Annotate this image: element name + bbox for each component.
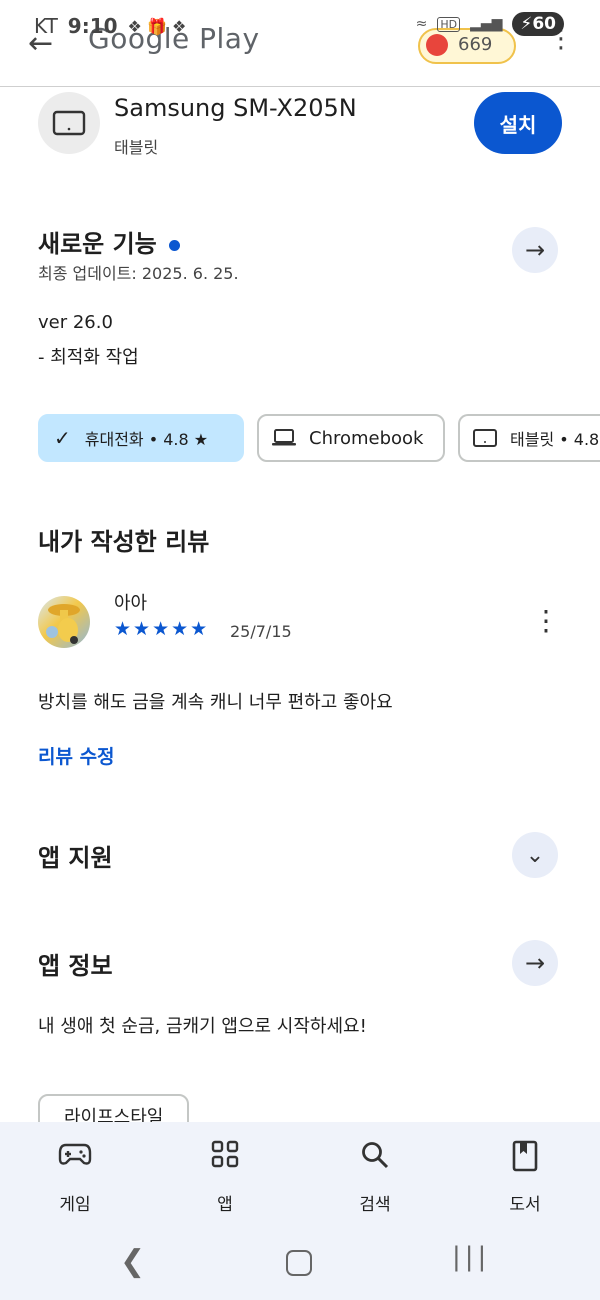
nav-books-label: 도서 [509, 1195, 541, 1215]
laptop-icon [272, 429, 296, 446]
nav-apps[interactable]: 앱 [170, 1140, 280, 1215]
app-info-arrow-button[interactable]: → [512, 940, 558, 986]
review-date: 25/7/15 [230, 622, 292, 641]
chip-tablet-label: 태블릿 • 4.8 [510, 430, 600, 449]
review-text: 방치를 해도 금을 계속 캐니 너무 편하고 좋아요 [38, 692, 393, 713]
clock: 9:10 [67, 14, 118, 38]
tablet-device-icon [38, 92, 100, 154]
app-description: 내 생애 첫 순금, 금캐기 앱으로 시작하세요! [38, 1016, 367, 1037]
signal-icon: ▂▄▆ [470, 16, 503, 32]
nav-apps-label: 앱 [217, 1195, 233, 1215]
wifi-icon: ≈ [415, 16, 428, 32]
gamepad-icon [20, 1140, 130, 1176]
tablet-small-icon [473, 429, 497, 447]
reviewer-avatar [38, 596, 90, 648]
notification-icons: ❖ 🎁 ❖ [127, 16, 187, 36]
arrow-right-icon: → [524, 949, 546, 977]
avatar-image [46, 604, 80, 644]
book-icon [470, 1140, 580, 1176]
nav-search-label: 검색 [359, 1195, 391, 1215]
app-support-expand-button[interactable]: ⌄ [512, 832, 558, 878]
chip-chromebook-label: Chromebook [309, 427, 424, 449]
carrier-label: KT [34, 14, 58, 38]
apps-grid-icon [170, 1140, 280, 1176]
chip-chromebook[interactable]: Chromebook [257, 414, 445, 462]
nav-games[interactable]: 게임 [20, 1140, 130, 1215]
tablet-icon [52, 110, 86, 136]
system-back-icon[interactable]: ❮ [120, 1244, 145, 1279]
reviewer-name: 아아 [114, 593, 148, 614]
hd-icon: HD [437, 16, 461, 32]
nav-books[interactable]: 도서 [470, 1140, 580, 1215]
status-bar: KT 9:10 ❖ 🎁 ❖ ≈ HD ▂▄▆ ⚡60 [0, 0, 600, 52]
device-type: 태블릿 [114, 138, 159, 157]
system-recents-icon[interactable]: ||| [452, 1242, 490, 1272]
last-updated: 최종 업데이트: 2025. 6. 25. [38, 264, 239, 283]
review-stars: ★★★★★ [114, 618, 210, 640]
check-icon: ✓ [54, 426, 71, 450]
device-name: Samsung SM-X205N [114, 94, 357, 122]
my-review-title: 내가 작성한 리뷰 [38, 528, 210, 556]
whats-new-title-text: 새로운 기능 [38, 230, 157, 258]
chip-tablet[interactable]: 태블릿 • 4.8 [458, 414, 600, 462]
chip-phone-label: 휴대전화 • 4.8 ★ [84, 430, 209, 449]
nav-search[interactable]: 검색 [320, 1140, 430, 1215]
bottom-navigation: 게임 앱 검색 도서 ❮ ||| [0, 1122, 600, 1300]
release-note: - 최적화 작업 [38, 347, 139, 368]
status-left: KT 9:10 ❖ 🎁 ❖ [34, 14, 186, 38]
nav-games-label: 게임 [59, 1195, 91, 1215]
status-right: ≈ HD ▂▄▆ ⚡60 [416, 12, 564, 36]
review-more-options-icon[interactable]: ⋮ [532, 604, 560, 638]
search-icon [320, 1140, 430, 1176]
system-home-icon[interactable] [286, 1250, 312, 1276]
arrow-right-icon: → [524, 236, 546, 264]
chip-phone[interactable]: ✓ 휴대전화 • 4.8 ★ [38, 414, 244, 462]
app-info-title: 앱 정보 [38, 952, 113, 980]
whats-new-title: 새로운 기능 [38, 224, 180, 259]
edit-review-link[interactable]: 리뷰 수정 [38, 742, 115, 769]
install-button[interactable]: 설치 [474, 92, 562, 154]
whats-new-arrow-button[interactable]: → [512, 227, 558, 273]
app-support-title: 앱 지원 [38, 844, 113, 872]
chevron-down-icon: ⌄ [525, 842, 545, 868]
battery-indicator: ⚡60 [512, 12, 564, 36]
version-text: ver 26.0 [38, 312, 113, 333]
new-indicator-dot [168, 239, 180, 251]
